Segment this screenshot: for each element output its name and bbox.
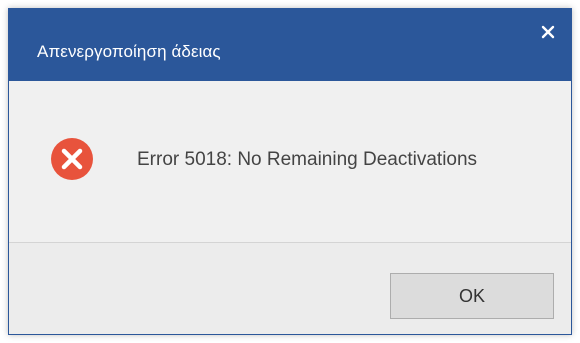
ok-button[interactable]: OK [390,273,554,319]
dialog-content: Error 5018: No Remaining Deactivations [9,81,571,242]
error-icon [51,138,93,180]
dialog-title: Απενεργοποίηση άδειας [37,42,221,61]
dialog-titlebar: Απενεργοποίηση άδειας [9,9,571,81]
error-message: Error 5018: No Remaining Deactivations [137,149,478,170]
deactivation-dialog: Απενεργοποίηση άδειας Error 5018: No Rem… [8,8,572,335]
close-button[interactable] [533,17,563,47]
close-icon [541,25,555,39]
dialog-footer: OK [9,243,571,334]
